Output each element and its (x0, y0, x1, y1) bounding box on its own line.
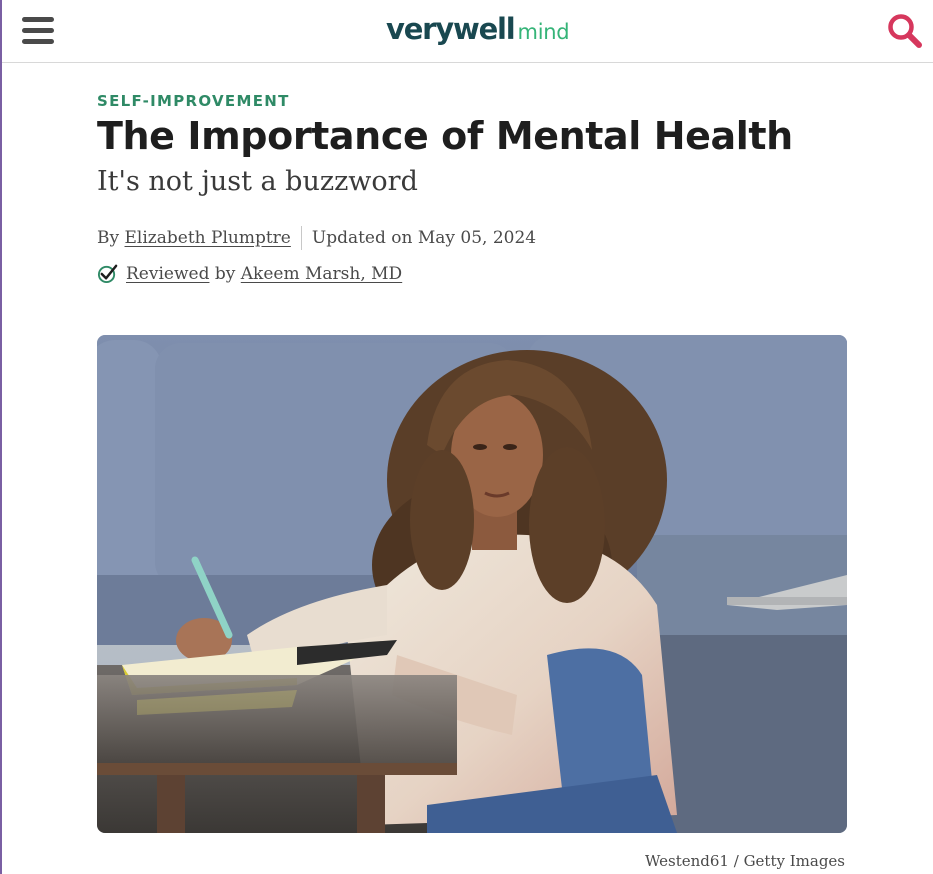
byline: By Elizabeth Plumptre Updated on May 05,… (97, 226, 536, 250)
hamburger-menu-icon[interactable] (22, 17, 54, 45)
search-icon[interactable] (886, 12, 924, 50)
byline-by: By (97, 228, 120, 248)
checkmark-icon (97, 264, 118, 284)
article-title: The Importance of Mental Health (97, 114, 793, 158)
article-subtitle: It's not just a buzzword (97, 166, 418, 197)
reviewer-link[interactable]: Akeem Marsh, MD (241, 264, 402, 284)
site-header: verywell mind (2, 0, 933, 63)
hero-image (97, 335, 847, 833)
logo-sub-text: mind (517, 20, 570, 44)
logo-main-text: verywell (386, 12, 516, 46)
updated-date: Updated on May 05, 2024 (311, 228, 537, 248)
category-link[interactable]: SELF-IMPROVEMENT (97, 92, 290, 110)
byline-divider (300, 226, 302, 250)
author-link[interactable]: Elizabeth Plumptre (125, 228, 291, 248)
image-credit: Westend61 / Getty Images (644, 852, 845, 870)
reviewed-link[interactable]: Reviewed (126, 264, 209, 284)
site-logo[interactable]: verywell mind (386, 12, 570, 48)
review-line: Reviewed by Akeem Marsh, MD (97, 263, 402, 284)
reviewed-by-text: by (214, 263, 236, 284)
